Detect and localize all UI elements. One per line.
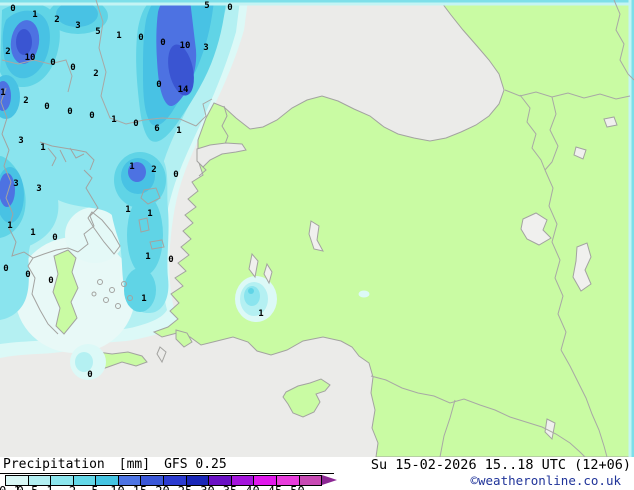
colorbar-label: 25 xyxy=(178,484,192,490)
precip-value-label: 1 xyxy=(32,10,37,20)
precip-value-label: 6 xyxy=(154,124,159,134)
precip-value-label: 0 xyxy=(156,80,161,90)
legend-title: Precipitation xyxy=(3,457,105,472)
precip-value-label: 10 xyxy=(25,53,36,63)
precip-value-label: 2 xyxy=(151,165,156,175)
lake-northeast xyxy=(603,116,618,128)
colorbar-label: 1 xyxy=(46,484,53,490)
precip-value-label: 3 xyxy=(75,21,80,31)
colorbar-label: 30 xyxy=(200,484,214,490)
precip-value-label: 0 xyxy=(173,170,178,180)
copyright-link[interactable]: ©weatheronline.co.uk xyxy=(371,473,621,488)
forecast-datetime: Su 15-02-2026 15..18 UTC (12+06) xyxy=(370,457,631,473)
colorbar-arrow xyxy=(322,475,337,485)
precip-value-label: 1 xyxy=(258,309,263,319)
precip-value-label: 0 xyxy=(138,33,143,43)
precip-value-label: 0 xyxy=(133,119,138,129)
precip-value-label: 0 xyxy=(70,63,75,73)
colorbar-label: 45 xyxy=(268,484,282,490)
legend-left: Precipitation [mm] GFS 0.25 0.10.5125101… xyxy=(0,457,337,490)
precip-sw-turkey-core xyxy=(248,288,254,294)
colorbar-label: 5 xyxy=(91,484,98,490)
precip-value-label: 3 xyxy=(18,136,23,146)
map-svg: 01 235 1 0 0 10 35 0210 0 020 14120 0 0 1 0 6 1311 2 03 31 1… xyxy=(0,0,634,458)
precip-value-label: 1 xyxy=(111,115,116,125)
precip-value-label: 2 xyxy=(54,15,59,25)
precip-value-label: 1 xyxy=(141,294,146,304)
colorbar-label: 35 xyxy=(223,484,237,490)
precip-value-label: 1 xyxy=(40,143,45,153)
weather-map-app: 0 1 2 3 5 1 0 0 10 3 5 0 2 10 0 0 2 0 14 1 2 0 0 0 1 0 6 1 3 1 1 2 0 3 3 1 1… xyxy=(0,0,634,490)
footer-right: Su 15-02-2026 15..18 UTC (12+06) ©weathe… xyxy=(371,457,631,488)
precip-west-crete-inner xyxy=(75,352,93,372)
precip-value-label: 14 xyxy=(178,85,189,95)
precip-value-label: 5 xyxy=(95,27,100,37)
precip-value-label: 1 xyxy=(30,228,35,238)
precip-value-label: 0 xyxy=(227,3,232,13)
legend-units: [mm] xyxy=(118,457,151,472)
colorbar-label: 2 xyxy=(69,484,76,490)
colorbar-label: 10 xyxy=(110,484,124,490)
precip-2mm-south-aegean xyxy=(124,268,156,312)
precip-right-strip-light xyxy=(628,0,632,457)
precip-value-label: 10 xyxy=(180,41,191,51)
precip-value-label: 5 xyxy=(204,1,209,11)
precip-value-label: 3 xyxy=(36,184,41,194)
legend-title-row: Precipitation [mm] GFS 0.25 xyxy=(0,457,334,474)
precip-value-label: 0 xyxy=(3,264,8,274)
colorbar-label: 15 xyxy=(133,484,147,490)
precipitation-map: 0 1 2 3 5 1 0 0 10 3 5 0 2 10 0 0 2 0 14 1 2 0 0 0 1 0 6 1 3 1 1 2 0 3 3 1 1… xyxy=(0,0,634,458)
precip-central-dot xyxy=(358,290,370,298)
precip-value-label: 1 xyxy=(7,221,12,231)
precip-value-label: 0 xyxy=(160,38,165,48)
colorbar-label: 0.5 xyxy=(17,484,39,490)
precip-value-label: 1 xyxy=(145,252,150,262)
precip-15mm-balkan-core xyxy=(16,29,32,55)
colorbar-label: 40 xyxy=(245,484,259,490)
precip-value-label: 1 xyxy=(129,162,134,172)
precip-value-label: 0 xyxy=(10,4,15,14)
east-peloponnese-land xyxy=(52,249,79,335)
precip-top-strip-light xyxy=(0,2,634,6)
precip-value-label: 0 xyxy=(89,111,94,121)
precip-value-label: 3 xyxy=(203,43,208,53)
legend-model: GFS 0.25 xyxy=(164,457,227,472)
precip-value-label: 2 xyxy=(93,69,98,79)
precip-value-label: 1 xyxy=(176,126,181,136)
precip-value-label: 0 xyxy=(67,107,72,117)
precip-value-label: 0 xyxy=(52,233,57,243)
precip-value-label: 1 xyxy=(147,209,152,219)
precip-value-label: 2 xyxy=(5,47,10,57)
precip-value-label: 1 xyxy=(125,205,130,215)
precip-value-label: 1 xyxy=(116,31,121,41)
precip-value-label: 1 xyxy=(0,88,5,98)
precip-value-label: 2 xyxy=(23,96,28,106)
colorbar-label: 50 xyxy=(290,484,304,490)
precip-value-label: 0 xyxy=(44,102,49,112)
precip-top-strip xyxy=(0,0,634,3)
precip-value-label: 0 xyxy=(50,58,55,68)
precip-value-label: 0 xyxy=(168,255,173,265)
colorbar-labels: 0.10.5125101520253035404550 xyxy=(0,484,334,490)
colorbar-label: 20 xyxy=(155,484,169,490)
precip-value-label: 3 xyxy=(13,179,18,189)
precip-value-label: 0 xyxy=(48,276,53,286)
precip-value-label: 0 xyxy=(25,270,30,280)
precip-value-label: 0 xyxy=(87,370,92,380)
precip-2mm-east-aegean xyxy=(127,195,163,275)
legend-bar: Precipitation [mm] GFS 0.25 0.10.5125101… xyxy=(0,457,634,490)
